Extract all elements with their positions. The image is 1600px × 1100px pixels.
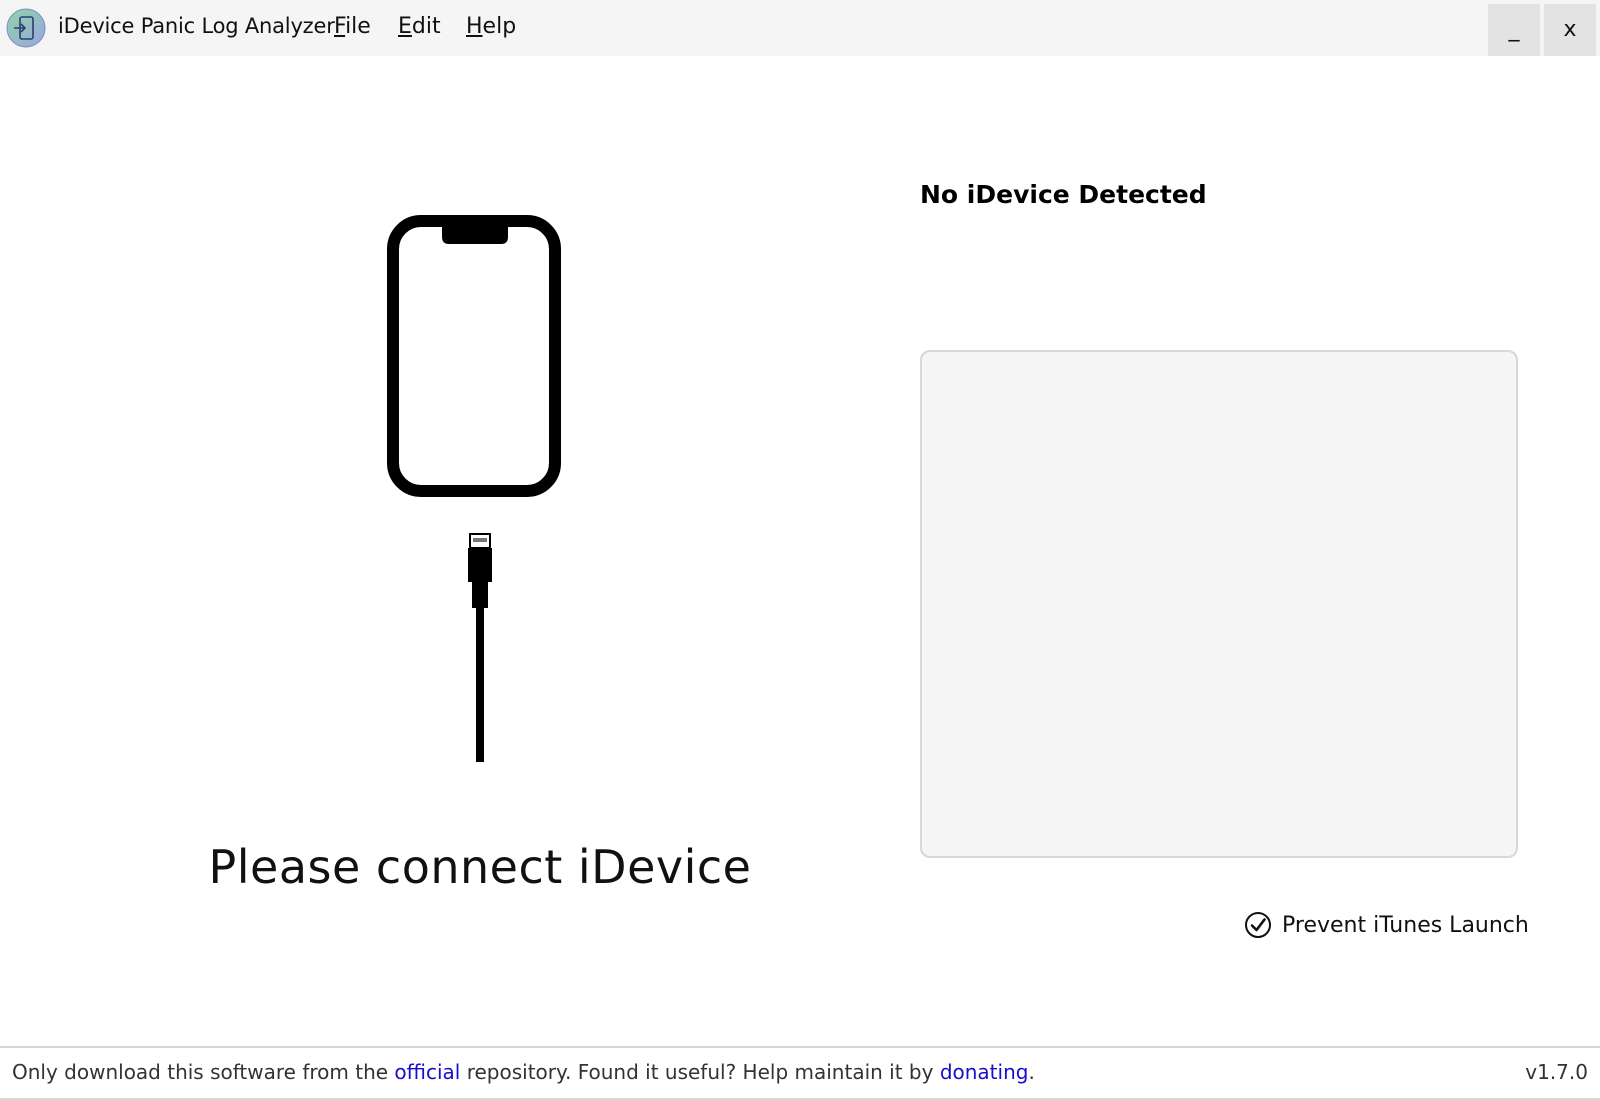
- check-circle-icon[interactable]: [1244, 911, 1272, 939]
- donating-link[interactable]: donating: [940, 1060, 1029, 1084]
- title-bar: iDevice Panic Log Analyzer File Edit Hel…: [0, 0, 1600, 56]
- device-illustration: [387, 215, 561, 762]
- menu-file[interactable]: File: [334, 14, 371, 39]
- app-logo-icon: [6, 8, 46, 48]
- minimize-button[interactable]: _: [1488, 4, 1540, 56]
- app-window: iDevice Panic Log Analyzer File Edit Hel…: [0, 0, 1600, 1100]
- status-footer: Only download this software from the off…: [0, 1046, 1600, 1100]
- menu-help-accel: H: [466, 14, 483, 39]
- iphone-icon: [387, 215, 561, 497]
- close-button[interactable]: x: [1544, 4, 1596, 56]
- device-info-panel: [920, 350, 1518, 858]
- footer-text-1: Only download this software from the: [12, 1060, 395, 1084]
- connect-prompt: Please connect iDevice: [208, 840, 752, 894]
- lightning-cable-icon: [468, 533, 492, 762]
- prevent-itunes-label[interactable]: Prevent iTunes Launch: [1282, 913, 1529, 938]
- version-label: v1.7.0: [1525, 1060, 1588, 1084]
- device-status: No iDevice Detected: [920, 180, 1207, 209]
- menu-help[interactable]: Help: [466, 14, 516, 39]
- menu-file-rest: ile: [345, 14, 371, 39]
- footer-text-2: repository. Found it useful? Help mainta…: [460, 1060, 940, 1084]
- footer-message: Only download this software from the off…: [12, 1060, 1035, 1084]
- menu-edit[interactable]: Edit: [398, 14, 441, 39]
- menu-edit-accel: E: [398, 14, 412, 39]
- menu-edit-rest: dit: [411, 14, 441, 39]
- menu-help-rest: elp: [482, 14, 517, 39]
- official-link[interactable]: official: [394, 1060, 460, 1084]
- menu-file-accel: F: [334, 14, 346, 39]
- prevent-itunes-checkbox[interactable]: Prevent iTunes Launch: [1244, 910, 1529, 940]
- footer-text-3: .: [1028, 1060, 1035, 1084]
- app-title: iDevice Panic Log Analyzer: [58, 14, 335, 38]
